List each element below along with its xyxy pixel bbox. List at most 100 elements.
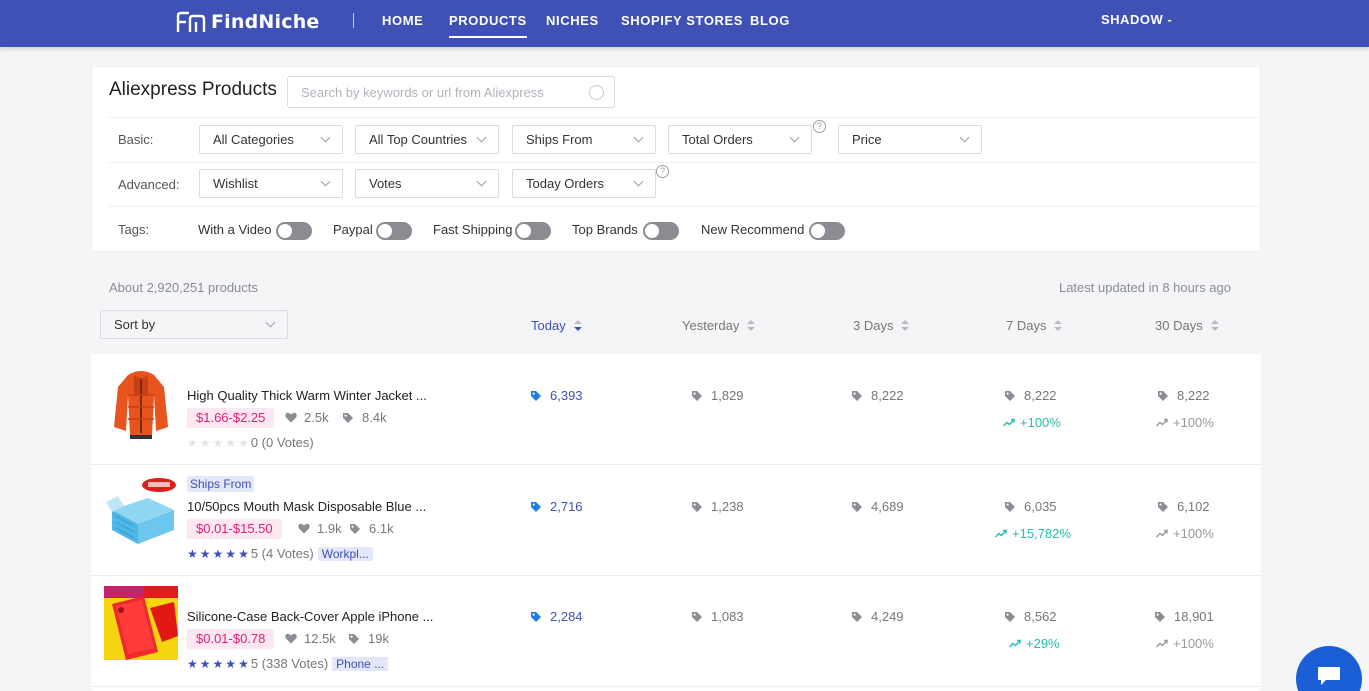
value: 8,222	[1177, 388, 1210, 403]
thirty-days-orders: 6,102	[1157, 499, 1210, 514]
tag-paypal-toggle[interactable]	[376, 222, 412, 240]
tag-icon	[1155, 611, 1165, 622]
orders-value: 19k	[368, 631, 389, 646]
tag-new-recommend-toggle[interactable]	[809, 222, 845, 240]
value: 8,222	[1024, 388, 1057, 403]
column-3-days[interactable]: 3 Days	[853, 318, 910, 333]
chevron-down-icon	[265, 317, 276, 328]
three-days-orders: 8,222	[851, 388, 904, 403]
help-icon[interactable]: ?	[813, 120, 826, 133]
category-badge[interactable]: Workpl...	[317, 546, 373, 561]
chevron-down-icon	[476, 132, 487, 143]
all-categories-select[interactable]: All Categories	[199, 125, 343, 154]
trend-up-icon	[1003, 418, 1015, 427]
nav-blog[interactable]: BLOG	[750, 13, 790, 28]
sort-icon	[573, 319, 582, 332]
column-30-days[interactable]: 30 Days	[1155, 318, 1219, 333]
star-icon: ★	[225, 435, 237, 450]
wishlist-count: 12.5k	[285, 631, 336, 646]
value: 2,284	[550, 609, 583, 624]
star-icon: ★	[225, 656, 237, 671]
product-image[interactable]	[104, 365, 178, 439]
search-input[interactable]: Search by keywords or url from Aliexpres…	[287, 76, 615, 108]
price-select[interactable]: Price	[838, 125, 982, 154]
rating: ★ ★ ★ ★ ★ 0 (0 Votes)	[187, 435, 314, 450]
tag-icon	[852, 501, 862, 512]
help-icon[interactable]: ?	[656, 165, 669, 178]
value: 6,102	[1177, 499, 1210, 514]
trend-up-icon	[1009, 639, 1021, 648]
table-row[interactable]: Ships From 10/50pcs Mouth Mask Disposabl…	[91, 465, 1261, 576]
product-title[interactable]: 10/50pcs Mouth Mask Disposable Blue ...	[187, 499, 426, 514]
trend-up-icon	[995, 529, 1007, 538]
tag-icon	[692, 390, 702, 401]
all-top-countries-select[interactable]: All Top Countries	[355, 125, 499, 154]
product-image[interactable]	[104, 476, 178, 550]
filter-panel: Aliexpress Products Search by keywords o…	[91, 66, 1261, 252]
product-title[interactable]: High Quality Thick Warm Winter Jacket ..…	[187, 388, 427, 403]
total-orders-select[interactable]: Total Orders	[668, 125, 812, 154]
tag-top-brands-toggle[interactable]	[643, 222, 679, 240]
sort-by-select[interactable]: Sort by	[100, 310, 288, 339]
column-label: 3 Days	[853, 318, 894, 333]
price-badge: $0.01-$0.78	[187, 629, 275, 649]
search-icon[interactable]	[589, 85, 604, 100]
tag-new-recommend-label: New Recommend	[701, 222, 805, 237]
value: 6,393	[550, 388, 583, 403]
wishlist-value: 2.5k	[304, 410, 329, 425]
rating-text: 5 (338 Votes)	[250, 656, 329, 671]
ships-from-select[interactable]: Ships From	[512, 125, 656, 154]
nav-home[interactable]: HOME	[382, 13, 423, 28]
top-nav: FindNiche HOME PRODUCTS NICHES SHOPIFY S…	[0, 0, 1369, 47]
tags-label: Tags:	[118, 222, 150, 237]
three-days-orders: 4,689	[851, 499, 904, 514]
votes-select[interactable]: Votes	[355, 169, 499, 198]
rating: ★ ★ ★ ★ ★ 5 (338 Votes) Phone ...	[187, 656, 389, 671]
chevron-down-icon	[789, 132, 800, 143]
tag-icon	[343, 412, 353, 423]
user-menu[interactable]: SHADOW -	[1101, 12, 1172, 27]
nav-products[interactable]: PRODUCTS	[449, 13, 527, 38]
select-value: Price	[852, 132, 882, 147]
price-badge: $0.01-$15.50	[187, 519, 282, 539]
seven-days-growth: +29%	[1009, 636, 1060, 651]
tag-icon	[1005, 611, 1015, 622]
column-label: 7 Days	[1006, 318, 1047, 333]
tag-icon	[1158, 390, 1168, 401]
sort-icon	[747, 319, 756, 332]
chevron-down-icon	[959, 132, 970, 143]
thirty-days-growth: +100%	[1156, 415, 1214, 430]
today-orders-select[interactable]: Today Orders	[512, 169, 656, 198]
today-orders: 6,393	[530, 388, 583, 403]
value: 1,238	[711, 499, 744, 514]
column-7-days[interactable]: 7 Days	[1006, 318, 1063, 333]
tag-with-a-video-toggle[interactable]	[276, 222, 312, 240]
wishlist-count: 1.9k	[298, 521, 342, 536]
product-title[interactable]: Silicone-Case Back-Cover Apple iPhone ..…	[187, 609, 433, 624]
column-today[interactable]: Today	[531, 318, 582, 333]
divider	[109, 117, 1260, 118]
nav-niches[interactable]: NICHES	[546, 13, 599, 28]
tag-icon	[531, 501, 541, 512]
star-icon: ★	[212, 656, 224, 671]
tag-icon	[531, 390, 541, 401]
chat-icon	[1318, 667, 1340, 685]
three-days-orders: 4,249	[851, 609, 904, 624]
tag-fast-shipping-toggle[interactable]	[515, 222, 551, 240]
logo[interactable]: FindNiche	[176, 9, 320, 35]
table-row[interactable]: High Quality Thick Warm Winter Jacket ..…	[91, 354, 1261, 465]
category-badge[interactable]: Phone ...	[332, 656, 389, 671]
product-image[interactable]	[104, 586, 178, 660]
today-orders: 2,716	[530, 499, 583, 514]
tag-top-brands-label: Top Brands	[572, 222, 638, 237]
star-icon: ★	[238, 435, 249, 450]
column-yesterday[interactable]: Yesterday	[682, 318, 756, 333]
chat-launcher-button[interactable]	[1296, 646, 1362, 691]
table-row[interactable]: Silicone-Case Back-Cover Apple iPhone ..…	[91, 576, 1261, 687]
wishlist-select[interactable]: Wishlist	[199, 169, 343, 198]
nav-shopify-stores[interactable]: SHOPIFY STORES	[621, 13, 743, 28]
star-icon: ★	[225, 546, 237, 561]
sort-icon	[1210, 319, 1219, 332]
star-icon: ★	[187, 546, 198, 561]
brand-name: FindNiche	[211, 11, 320, 33]
